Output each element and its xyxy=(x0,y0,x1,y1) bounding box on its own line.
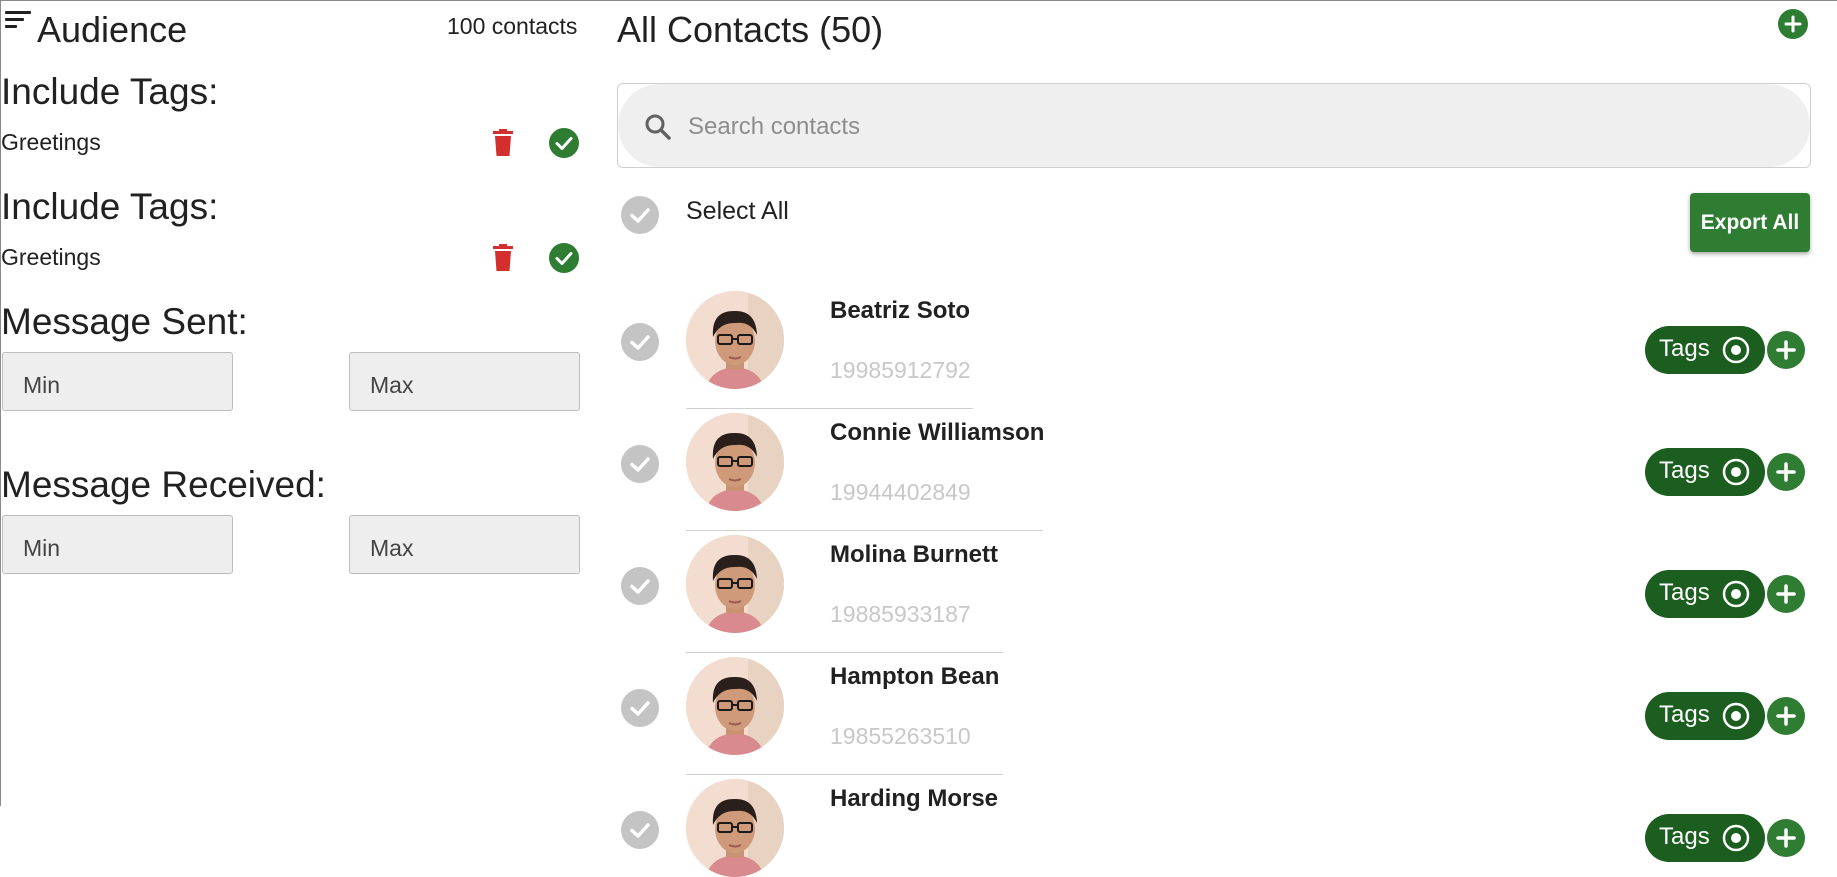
row-divider xyxy=(686,530,1043,531)
radio-target-icon xyxy=(1722,336,1750,364)
plus-icon xyxy=(1776,706,1796,726)
check-icon xyxy=(630,579,650,594)
check-icon xyxy=(630,208,650,223)
contact-name: Molina Burnett xyxy=(830,541,998,568)
search-icon xyxy=(642,111,674,143)
include-tags-heading: Include Tags: xyxy=(1,186,219,227)
contact-phone: 19885933187 xyxy=(830,601,971,627)
tags-label: Tags xyxy=(1659,823,1710,850)
row-divider xyxy=(686,408,973,409)
check-circle-icon[interactable] xyxy=(549,243,579,273)
avatar xyxy=(686,657,784,755)
plus-icon xyxy=(1776,828,1796,848)
row-divider xyxy=(686,774,1003,775)
include-tags-heading: Include Tags: xyxy=(1,71,219,112)
radio-target-icon xyxy=(1722,702,1750,730)
all-contacts-title: All Contacts (50) xyxy=(617,9,884,50)
tags-button[interactable]: Tags xyxy=(1645,570,1765,618)
export-all-button[interactable]: Export All xyxy=(1690,193,1810,252)
add-tag-button[interactable] xyxy=(1767,819,1805,857)
select-all-checkbox[interactable] xyxy=(621,196,659,234)
avatar xyxy=(686,291,784,389)
message-sent-heading: Message Sent: xyxy=(1,301,248,342)
tags-label: Tags xyxy=(1659,335,1710,362)
plus-icon xyxy=(1776,340,1796,360)
contact-phone: 19944402849 xyxy=(830,479,971,505)
check-circle-icon[interactable] xyxy=(549,128,579,158)
search-input[interactable] xyxy=(686,104,1690,150)
contact-select-checkbox[interactable] xyxy=(621,567,659,605)
contact-name: Hampton Bean xyxy=(830,663,1000,690)
contact-select-checkbox[interactable] xyxy=(621,445,659,483)
check-icon xyxy=(630,823,650,838)
avatar xyxy=(686,413,784,511)
plus-icon xyxy=(1776,584,1796,604)
sort-icon[interactable] xyxy=(5,11,31,33)
audience-title: Audience xyxy=(37,9,188,50)
select-all-label: Select All xyxy=(686,197,789,225)
avatar xyxy=(686,535,784,633)
contact-name: Harding Morse xyxy=(830,785,999,812)
tags-label: Tags xyxy=(1659,701,1710,728)
include-tag-name: Greetings xyxy=(1,244,101,270)
search-bar xyxy=(617,83,1811,168)
radio-target-icon xyxy=(1722,824,1750,852)
contact-select-checkbox[interactable] xyxy=(621,689,659,727)
message-sent-max-input[interactable]: Max xyxy=(349,352,580,411)
radio-target-icon xyxy=(1722,580,1750,608)
tags-button[interactable]: Tags xyxy=(1645,814,1765,862)
check-icon xyxy=(630,701,650,716)
message-received-heading: Message Received: xyxy=(1,464,326,505)
contact-select-checkbox[interactable] xyxy=(621,323,659,361)
row-divider xyxy=(686,652,1003,653)
tags-button[interactable]: Tags xyxy=(1645,448,1765,496)
message-received-max-input[interactable]: Max xyxy=(349,515,580,574)
avatar xyxy=(686,779,784,877)
message-sent-min-input[interactable]: Min xyxy=(2,352,233,411)
check-icon xyxy=(630,335,650,350)
contact-count: 100 contacts xyxy=(447,13,578,39)
tags-label: Tags xyxy=(1659,579,1710,606)
plus-icon xyxy=(1776,462,1796,482)
tags-button[interactable]: Tags xyxy=(1645,326,1765,374)
contact-name: Beatriz Soto xyxy=(830,297,971,324)
radio-target-icon xyxy=(1722,458,1750,486)
trash-icon[interactable] xyxy=(492,244,514,272)
plus-icon xyxy=(1784,15,1802,33)
contact-phone: 19985912792 xyxy=(830,357,971,383)
trash-icon[interactable] xyxy=(492,129,514,157)
include-tag-name: Greetings xyxy=(1,129,101,155)
search-pill xyxy=(618,84,1810,167)
add-tag-button[interactable] xyxy=(1767,453,1805,491)
message-received-min-input[interactable]: Min xyxy=(2,515,233,574)
contact-name: Connie Williamson xyxy=(830,419,1045,446)
add-tag-button[interactable] xyxy=(1767,575,1805,613)
tags-button[interactable]: Tags xyxy=(1645,692,1765,740)
tags-label: Tags xyxy=(1659,457,1710,484)
add-contact-button[interactable] xyxy=(1778,9,1808,39)
check-icon xyxy=(630,457,650,472)
contact-select-checkbox[interactable] xyxy=(621,811,659,849)
add-tag-button[interactable] xyxy=(1767,331,1805,369)
add-tag-button[interactable] xyxy=(1767,697,1805,735)
contact-phone: 19855263510 xyxy=(830,723,971,749)
